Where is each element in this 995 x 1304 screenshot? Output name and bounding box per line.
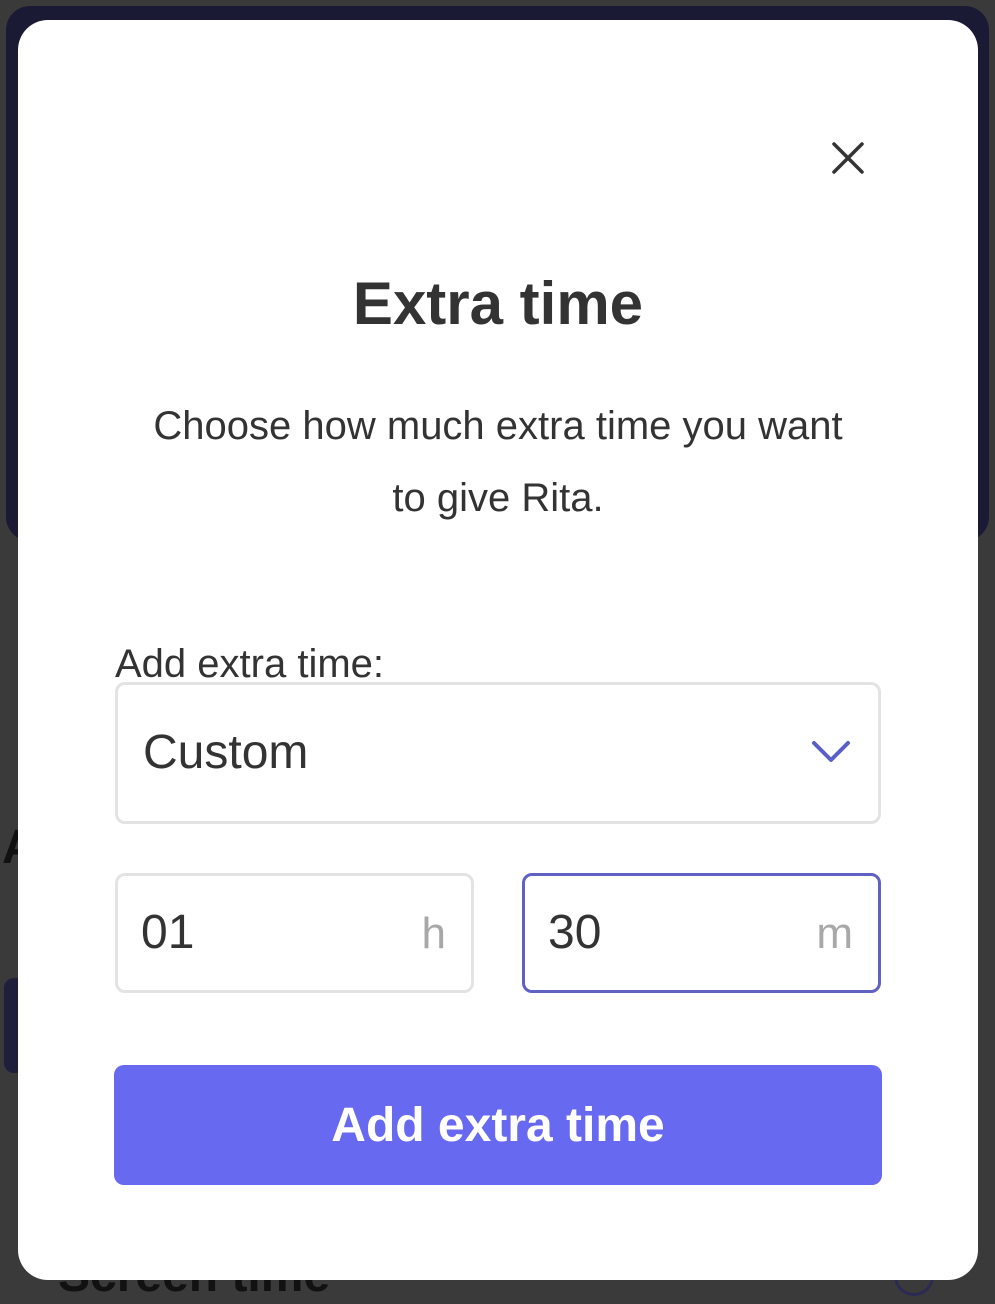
extra-time-dialog: Extra time Choose how much extra time yo… xyxy=(18,20,978,1280)
hours-unit: h xyxy=(421,909,446,958)
close-button[interactable] xyxy=(823,133,873,183)
chevron-down-icon xyxy=(812,741,850,762)
hours-field[interactable]: h xyxy=(115,873,474,993)
duration-select-value: Custom xyxy=(143,726,309,779)
minutes-field[interactable]: m xyxy=(522,873,881,993)
hours-input[interactable] xyxy=(141,902,371,962)
close-icon xyxy=(832,142,864,174)
minutes-unit: m xyxy=(816,909,853,958)
dialog-title: Extra time xyxy=(352,270,644,337)
duration-select[interactable]: Custom xyxy=(115,682,881,824)
dialog-description: Choose how much extra time you want to g… xyxy=(153,404,843,520)
minutes-input[interactable] xyxy=(548,902,778,962)
add-extra-time-button[interactable]: Add extra time xyxy=(114,1065,882,1185)
